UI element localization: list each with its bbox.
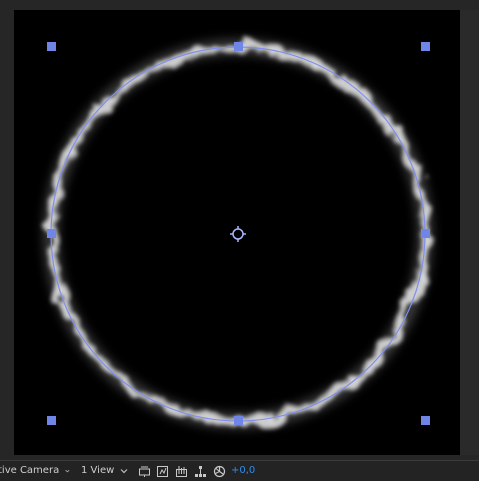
handle-top-right[interactable] <box>421 42 430 51</box>
chevron-down-icon <box>65 469 70 473</box>
handle-bottom-right[interactable] <box>421 416 430 425</box>
view-layout-label: 1 View <box>81 465 115 476</box>
handle-top-left[interactable] <box>47 42 56 51</box>
composition-canvas[interactable] <box>14 10 460 455</box>
exposure-value-text: +0,0 <box>231 465 256 476</box>
camera-select[interactable]: tive Camera <box>0 461 70 481</box>
camera-select-label: tive Camera <box>0 465 60 476</box>
transparency-grid-icon[interactable] <box>175 465 188 478</box>
toggle-view-options-icon[interactable] <box>138 465 151 478</box>
exposure-value[interactable]: +0,0 <box>231 461 255 481</box>
anchor-point-icon[interactable] <box>230 226 246 242</box>
smoke-ring <box>43 39 433 429</box>
viewer-bottom-toolbar: tive Camera 1 View +0,0 <box>0 460 479 481</box>
viewer-right-edge <box>460 10 479 455</box>
handle-middle-right[interactable] <box>421 229 430 238</box>
handle-middle-left[interactable] <box>47 229 56 238</box>
view-layout-select[interactable]: 1 View <box>81 461 133 481</box>
flowchart-icon[interactable] <box>194 465 207 478</box>
handle-bottom-left[interactable] <box>47 416 56 425</box>
canvas-layer-svg <box>43 39 433 429</box>
chevron-down-icon <box>120 469 128 474</box>
fast-previews-icon[interactable] <box>156 465 169 478</box>
reset-exposure-icon[interactable] <box>213 465 226 478</box>
composition-viewer-panel: tive Camera 1 View +0,0 <box>0 0 479 481</box>
viewer-area <box>0 0 479 460</box>
handle-top-center[interactable] <box>234 42 243 51</box>
handle-bottom-center[interactable] <box>234 416 243 425</box>
